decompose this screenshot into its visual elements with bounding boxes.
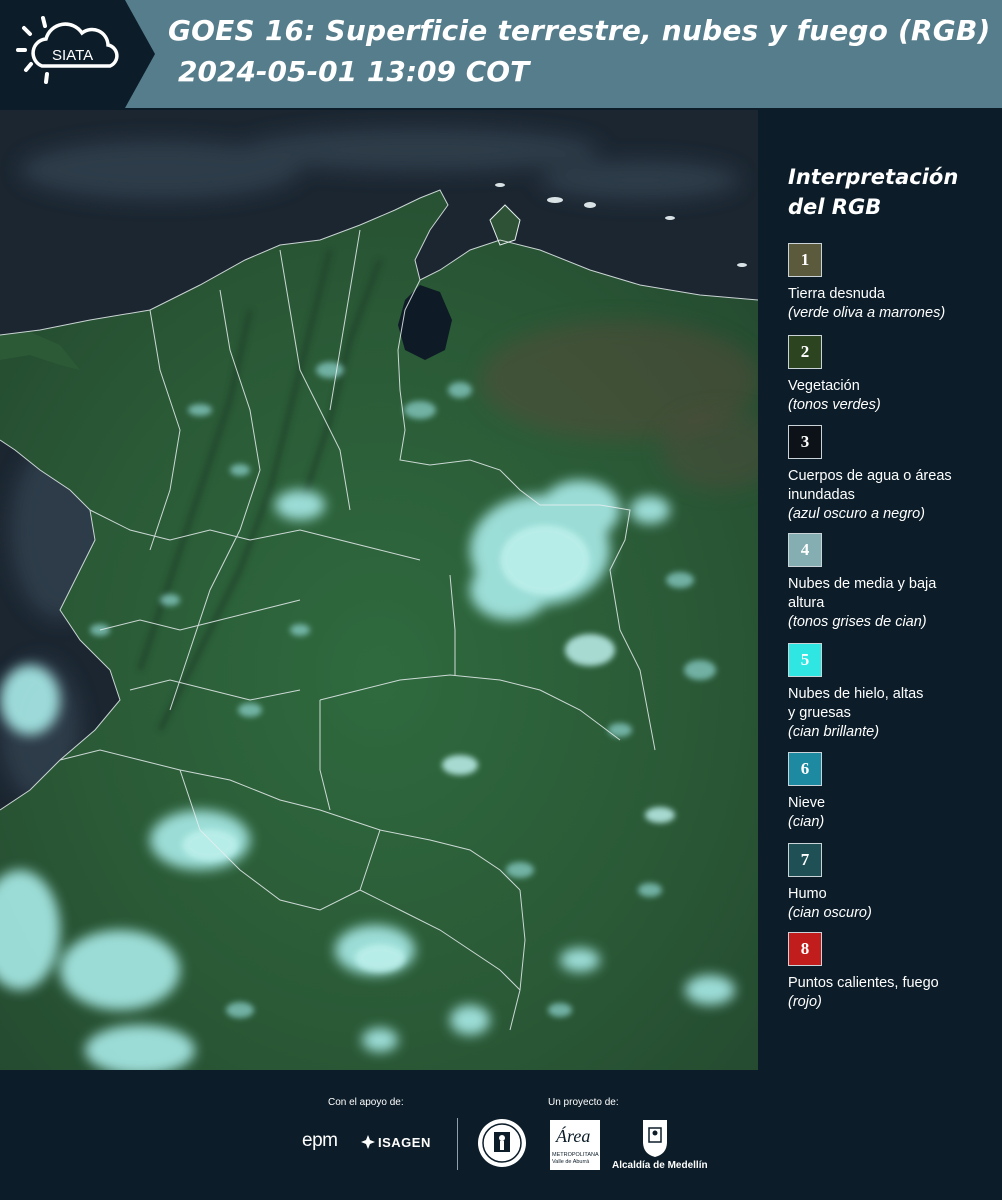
legend-swatch: 2 — [788, 335, 822, 369]
legend-item-water: 3 Cuerpos de agua o áreas inundadas (azu… — [788, 425, 998, 524]
area-metropolitana-logo[interactable]: Área METROPOLITANA Valle de Aburrá — [550, 1120, 600, 1170]
timestamp: 2024-05-01 13:09 COT — [178, 55, 530, 88]
isagen-icon — [361, 1135, 375, 1149]
legend-swatch: 5 — [788, 643, 822, 677]
medellin-crest-icon[interactable] — [641, 1118, 669, 1158]
footer: Con el apoyo de: Un proyecto de: epm ISA… — [0, 1070, 1002, 1200]
legend-item-bare-soil: 1 Tierra desnuda (verde oliva a marrones… — [788, 243, 998, 323]
legend-item-snow: 6 Nieve (cian) — [788, 752, 998, 832]
support-label: Con el apoyo de: — [328, 1097, 404, 1108]
legend-item-smoke: 7 Humo (cian oscuro) — [788, 843, 998, 923]
legend-swatch: 3 — [788, 425, 822, 459]
legend-swatch: 1 — [788, 243, 822, 277]
legend-item-ice-clouds: 5 Nubes de hielo, altas y gruesas (cian … — [788, 643, 998, 742]
header: SIATA GOES 16: Superficie terrestre, nub… — [0, 0, 1002, 108]
university-seal-icon[interactable] — [477, 1118, 527, 1168]
legend-panel: Interpretación del RGB 1 Tierra desnuda … — [760, 110, 1002, 1070]
satellite-image — [0, 110, 758, 1070]
footer-divider — [457, 1118, 458, 1170]
siata-logo[interactable]: SIATA — [0, 0, 155, 108]
isagen-logo[interactable]: ISAGEN — [378, 1135, 431, 1150]
page-title: GOES 16: Superficie terrestre, nubes y f… — [168, 14, 991, 47]
legend-title: Interpretación del RGB — [788, 165, 959, 219]
svg-text:SIATA: SIATA — [52, 47, 93, 64]
siata-logo-icon: SIATA — [0, 0, 155, 108]
legend-swatch: 6 — [788, 752, 822, 786]
satellite-map[interactable] — [0, 110, 758, 1070]
legend-item-fire: 8 Puntos calientes, fuego (rojo) — [788, 932, 998, 1012]
epm-logo[interactable]: epm — [302, 1130, 338, 1152]
legend-swatch: 8 — [788, 932, 822, 966]
legend-swatch: 7 — [788, 843, 822, 877]
legend-swatch: 4 — [788, 533, 822, 567]
legend-item-vegetation: 2 Vegetación (tonos verdes) — [788, 335, 998, 415]
project-label: Un proyecto de: — [548, 1097, 619, 1108]
medellin-label: Alcaldía de Medellín — [612, 1160, 708, 1171]
legend-item-low-clouds: 4 Nubes de media y baja altura (tonos gr… — [788, 533, 998, 632]
